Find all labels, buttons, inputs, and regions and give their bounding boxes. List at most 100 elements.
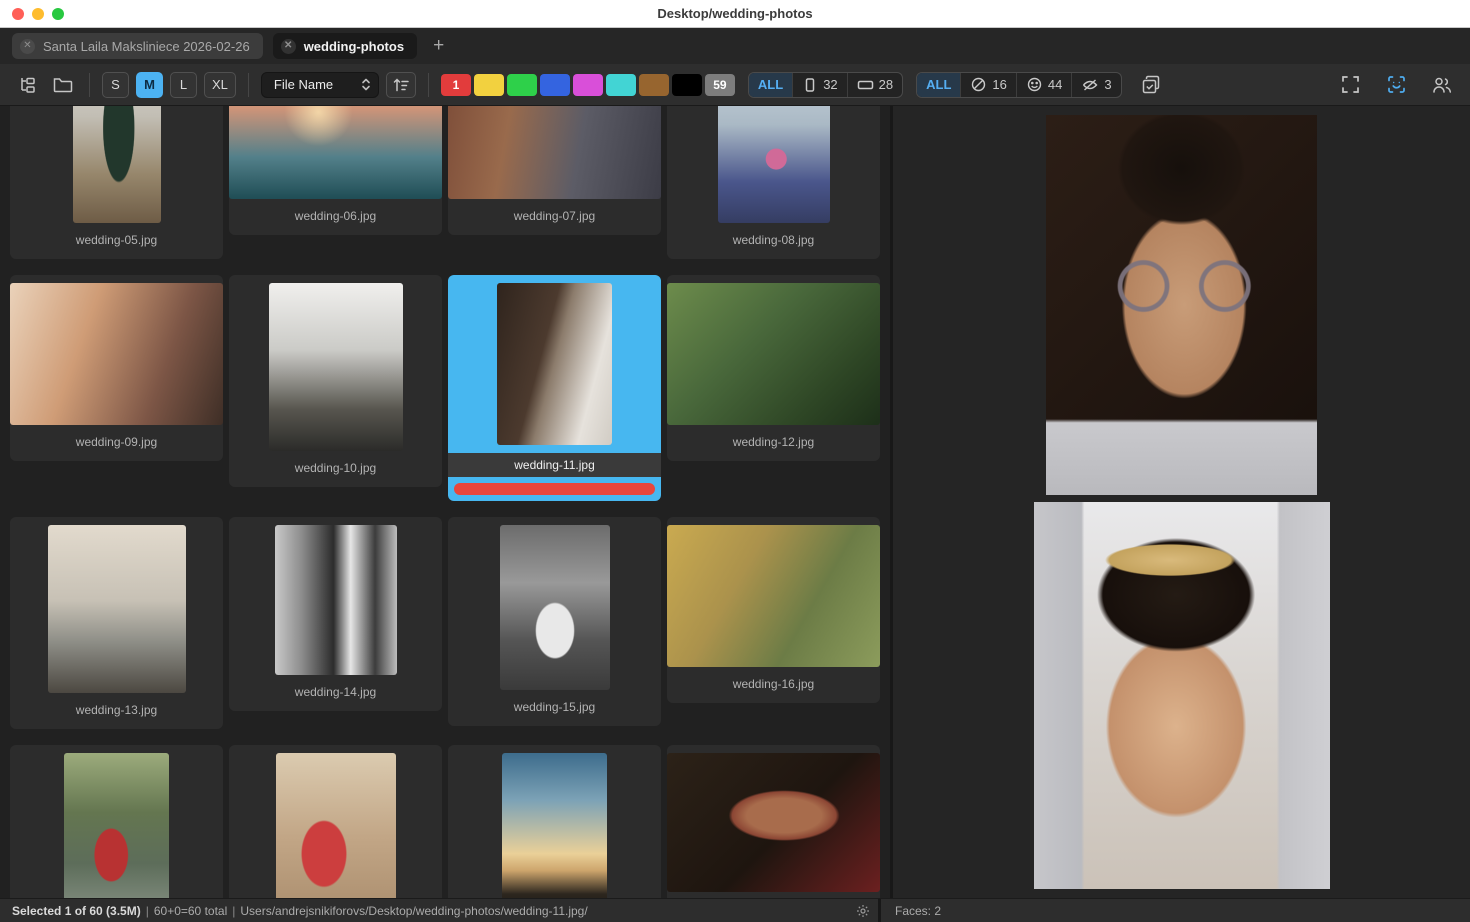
grid-cell-wedding-12[interactable]: wedding-12.jpg: [667, 275, 880, 461]
face-filter-with-face[interactable]: 44: [1016, 73, 1071, 97]
fullscreen-button[interactable]: [1336, 72, 1364, 98]
color-filter-no-label[interactable]: 59: [705, 74, 735, 96]
grid-cell-wedding-13[interactable]: wedding-13.jpg: [10, 517, 223, 729]
photo-thumbnail: [10, 283, 223, 425]
color-filter-green[interactable]: [507, 74, 537, 96]
toolbar-separator: [89, 73, 90, 97]
grid-cell-wedding-08[interactable]: wedding-08.jpg: [667, 106, 880, 259]
orientation-filter-portrait[interactable]: 32: [792, 73, 846, 97]
orientation-filter-all[interactable]: ALL: [749, 73, 792, 97]
sort-by-select[interactable]: File Name: [261, 72, 379, 98]
filename-label: wedding-08.jpg: [733, 233, 814, 247]
color-filter-brown[interactable]: [639, 74, 669, 96]
thumb-size-l-button[interactable]: L: [170, 72, 197, 98]
sort-by-value: File Name: [274, 77, 333, 92]
face-crop-bride-face[interactable]: [1034, 502, 1330, 889]
face-filter-all[interactable]: ALL: [917, 73, 960, 97]
grid-cell-wedding-19[interactable]: wedding-19.jpg: [448, 745, 661, 898]
selection-flag-bar: [454, 483, 655, 495]
color-filter-yellow[interactable]: [474, 74, 504, 96]
filename-label: wedding-14.jpg: [295, 685, 376, 699]
open-folder-button[interactable]: [49, 72, 77, 98]
filename-label: wedding-15.jpg: [514, 700, 595, 714]
new-tab-button[interactable]: +: [427, 35, 450, 57]
grid-cell-wedding-11[interactable]: wedding-11.jpg: [448, 275, 661, 501]
portrait-count: 32: [823, 77, 837, 92]
thumb-size-s-button[interactable]: S: [102, 72, 129, 98]
thumb-size-m-button[interactable]: M: [136, 72, 163, 98]
color-label-filters: 1 59: [441, 74, 735, 96]
photo-thumbnail: [718, 106, 830, 223]
filename-label: wedding-12.jpg: [733, 435, 814, 449]
color-filter-magenta[interactable]: [573, 74, 603, 96]
photo-thumbnail: [229, 106, 442, 199]
grid-cell-wedding-15[interactable]: wedding-15.jpg: [448, 517, 661, 726]
filename-label: wedding-16.jpg: [733, 677, 814, 691]
grid-cell-wedding-14[interactable]: wedding-14.jpg: [229, 517, 442, 711]
face-filter-group: ALL 16 44 3: [916, 72, 1121, 98]
grid-cell-wedding-06[interactable]: wedding-06.jpg: [229, 106, 442, 235]
people-button[interactable]: [1428, 72, 1456, 98]
folder-icon: [53, 76, 73, 93]
close-tab-icon[interactable]: ✕: [281, 39, 296, 54]
photo-thumbnail: [275, 525, 397, 675]
photo-thumbnail: [497, 283, 612, 445]
grid-cell-wedding-07[interactable]: wedding-07.jpg: [448, 106, 661, 235]
chevron-up-down-icon: [360, 77, 372, 92]
settings-button[interactable]: [856, 904, 870, 918]
grid-cell-wedding-17[interactable]: wedding-17.jpg: [10, 745, 223, 898]
grid-cell-wedding-09[interactable]: wedding-09.jpg: [10, 275, 223, 461]
photo-thumbnail: [502, 753, 607, 898]
face-filter-no-face[interactable]: 16: [960, 73, 1015, 97]
status-bar-right: Faces: 2: [881, 899, 941, 922]
color-filter-blue[interactable]: [540, 74, 570, 96]
orientation-filter-group: ALL 32 28: [748, 72, 903, 98]
filename-label: wedding-11.jpg: [448, 453, 661, 477]
landscape-orientation-icon: [857, 77, 874, 93]
portrait-orientation-icon: [802, 77, 818, 93]
sort-ascending-icon: [392, 77, 409, 93]
color-filter-red[interactable]: 1: [441, 74, 471, 96]
tree-icon: [18, 76, 38, 94]
grid-cell-wedding-20[interactable]: wedding-20.jpg: [667, 745, 880, 898]
sort-direction-button[interactable]: [386, 72, 416, 98]
grid-cell-wedding-10[interactable]: wedding-10.jpg: [229, 275, 442, 487]
photo-thumbnail: [48, 525, 186, 693]
landscape-count: 28: [879, 77, 893, 92]
thumb-size-xl-button[interactable]: XL: [204, 72, 236, 98]
gear-icon: [856, 904, 870, 918]
toolbar: S M L XL File Name 1 59 ALL 32 28 ALL: [0, 64, 1470, 106]
filename-label: wedding-06.jpg: [295, 209, 376, 223]
tab-wedding-photos[interactable]: ✕ wedding-photos: [273, 33, 417, 59]
tab-label: wedding-photos: [304, 39, 404, 54]
grid-cell-wedding-18[interactable]: wedding-18.jpg: [229, 745, 442, 898]
status-bar-left: Selected 1 of 60 (3.5M) | 60+0=60 total …: [0, 899, 878, 922]
face-filter-eyes-closed[interactable]: 3: [1071, 73, 1120, 97]
photo-thumbnail: [667, 753, 880, 892]
orientation-filter-landscape[interactable]: 28: [847, 73, 902, 97]
color-filter-cyan[interactable]: [606, 74, 636, 96]
select-all-button[interactable]: [1137, 72, 1165, 98]
smiley-face-icon: [1026, 76, 1043, 93]
filename-label: wedding-10.jpg: [295, 461, 376, 475]
face-detection-button[interactable]: [1382, 72, 1410, 98]
filename-label: wedding-13.jpg: [76, 703, 157, 717]
photo-grid-area: wedding-05.jpg wedding-06.jpg wedding-07.j…: [0, 106, 890, 898]
status-separator: |: [232, 904, 235, 918]
grid-cell-wedding-05[interactable]: wedding-05.jpg: [10, 106, 223, 259]
folder-tree-button[interactable]: [14, 72, 42, 98]
window-titlebar: Desktop/wedding-photos: [0, 0, 1470, 28]
tab-santa-laila[interactable]: ✕ Santa Laila Maksliniece 2026-02-26: [12, 33, 263, 59]
toolbar-right-icons: [1336, 72, 1456, 98]
photo-thumbnail: [276, 753, 396, 898]
grid-cell-wedding-16[interactable]: wedding-16.jpg: [667, 517, 880, 703]
photo-thumbnail: [500, 525, 610, 690]
photo-thumbnail: [448, 106, 661, 199]
color-filter-black[interactable]: [672, 74, 702, 96]
face-crop-groom-face[interactable]: [1046, 115, 1317, 495]
toolbar-separator: [248, 73, 249, 97]
close-tab-icon[interactable]: ✕: [20, 39, 35, 54]
photo-thumbnail: [269, 283, 403, 451]
totals-summary: 60+0=60 total: [154, 904, 227, 918]
tab-bar: ✕ Santa Laila Maksliniece 2026-02-26 ✕ w…: [0, 28, 1470, 64]
